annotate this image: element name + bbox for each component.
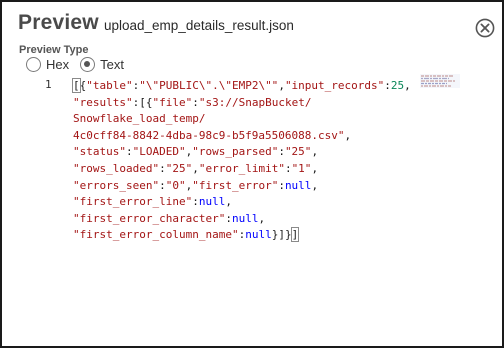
json-null: null bbox=[198, 195, 226, 209]
json-string: "1" bbox=[291, 161, 312, 175]
text-radio[interactable] bbox=[80, 57, 96, 72]
hex-radio[interactable] bbox=[26, 57, 41, 72]
json-string: "\"PUBLIC\".\"EMP2\"" bbox=[139, 79, 279, 92]
dialog-title: Preview bbox=[18, 11, 99, 34]
json-key: "rows_parsed" bbox=[192, 145, 279, 159]
punc: : bbox=[284, 161, 292, 175]
json-string: "0" bbox=[165, 178, 186, 192]
json-string: "s3://SnapBucket/ bbox=[198, 95, 312, 109]
punc: }]} bbox=[271, 228, 292, 242]
json-null: null bbox=[231, 211, 259, 225]
json-key: "errors_seen" bbox=[73, 178, 160, 192]
punc: , bbox=[344, 128, 352, 142]
punc: : bbox=[192, 95, 199, 109]
json-number: 25 bbox=[390, 79, 405, 92]
json-key: "results" bbox=[73, 95, 133, 109]
punc: , bbox=[192, 161, 199, 175]
punc: : bbox=[384, 79, 391, 92]
json-string: "25" bbox=[165, 161, 193, 175]
punc: : bbox=[125, 145, 133, 159]
hex-radio-label[interactable]: Hex bbox=[46, 57, 69, 72]
json-key: "rows_loaded" bbox=[73, 161, 160, 175]
punc: , bbox=[278, 79, 285, 92]
json-key: "first_error_character" bbox=[73, 211, 226, 225]
punc: : bbox=[278, 178, 285, 192]
line-number: 1 bbox=[45, 78, 52, 91]
json-key: "status" bbox=[73, 145, 126, 159]
punc: : bbox=[192, 195, 199, 209]
json-string: Snowflake_load_temp/ bbox=[73, 112, 206, 126]
preview-dialog: Preview upload_emp_details_result.json P… bbox=[0, 0, 504, 348]
json-null: null bbox=[284, 178, 312, 192]
punc: : bbox=[159, 161, 166, 175]
file-name: upload_emp_details_result.json bbox=[104, 18, 294, 33]
punc: , bbox=[225, 195, 232, 209]
json-key: "first_error_line" bbox=[73, 195, 193, 209]
json-key: "file" bbox=[152, 95, 193, 109]
text-radio-label[interactable]: Text bbox=[100, 57, 124, 72]
punc: , bbox=[311, 145, 319, 159]
code-minimap[interactable] bbox=[420, 74, 460, 88]
punc: , bbox=[404, 79, 411, 92]
code-lines: [{"table":"\"PUBLIC\".\"EMP2\"","input_r… bbox=[72, 78, 411, 244]
punc: : bbox=[159, 178, 166, 192]
punc: :[{ bbox=[132, 95, 153, 109]
open-bracket: [ bbox=[72, 78, 81, 93]
json-key: "input_records" bbox=[284, 79, 385, 92]
punc: , bbox=[311, 161, 319, 175]
punc: , bbox=[311, 178, 319, 192]
punc: : bbox=[278, 145, 285, 159]
json-key: "first_error_column_name" bbox=[73, 228, 239, 242]
json-key: "first_error" bbox=[192, 178, 279, 192]
punc: : bbox=[225, 211, 232, 225]
json-key: "table" bbox=[86, 79, 133, 92]
close-icon[interactable] bbox=[475, 18, 495, 38]
punc: , bbox=[258, 211, 266, 225]
close-bracket: ] bbox=[290, 227, 300, 243]
json-string: 4c0cff84-8842-4dba-98c9-b5f9a5506088.csv… bbox=[73, 128, 345, 142]
json-null: null bbox=[245, 228, 272, 242]
preview-type-label: Preview Type bbox=[19, 44, 89, 56]
json-key: "error_limit" bbox=[198, 161, 285, 175]
json-string: "LOADED" bbox=[132, 145, 186, 159]
preview-type-radio-group: Hex Text bbox=[26, 57, 135, 72]
json-string: "25" bbox=[284, 145, 312, 159]
